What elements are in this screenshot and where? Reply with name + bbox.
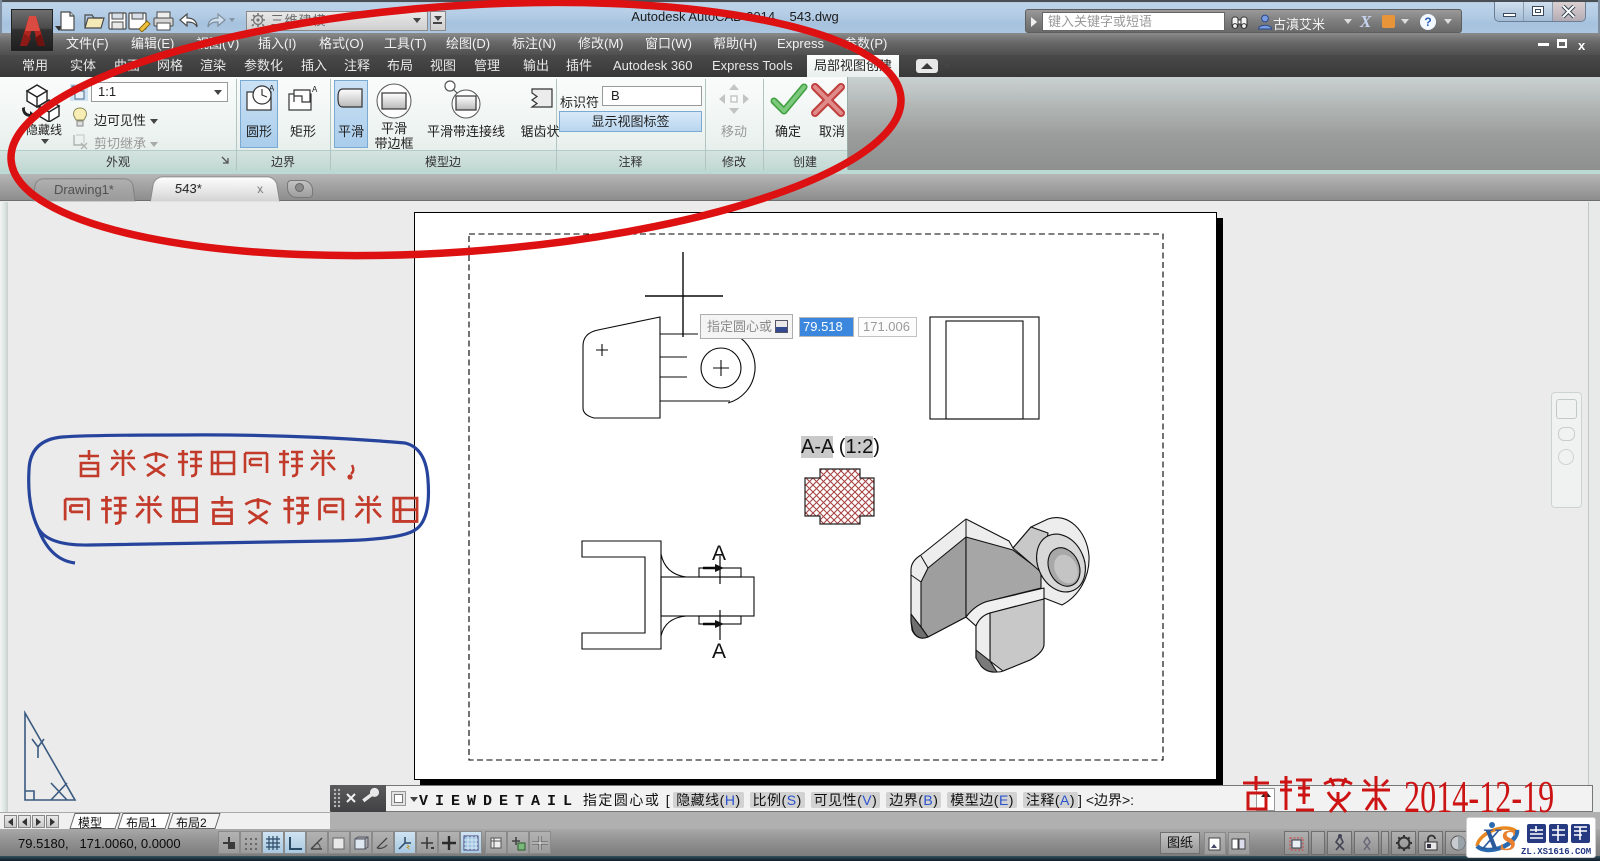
- svg-text:A: A: [312, 85, 318, 94]
- svg-text:A: A: [269, 84, 274, 93]
